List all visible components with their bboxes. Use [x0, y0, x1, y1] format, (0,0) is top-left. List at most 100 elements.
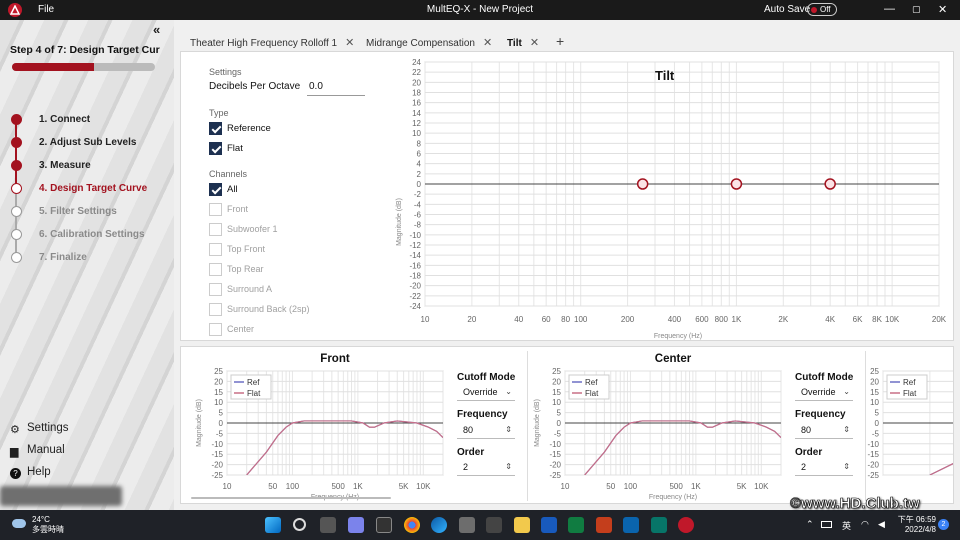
checkbox-checked-icon [209, 183, 222, 196]
front-order-stepper[interactable]: 2 ⇕ [457, 460, 515, 476]
clock-date: 2022/4/8 [904, 525, 936, 534]
stepper-arrows-icon[interactable]: ⇕ [505, 425, 512, 434]
folder-icon[interactable] [514, 517, 530, 533]
multeq-x-icon[interactable] [678, 517, 694, 533]
center-response-chart: 2520151050-5-10-15-20-2510 50 100 500 1K 5K 10… [534, 353, 782, 501]
center-cutoff-mode-select[interactable]: Override ⌄ [795, 385, 853, 401]
manual-label: Manual [27, 444, 65, 456]
center-frequency-stepper[interactable]: 80 ⇕ [795, 423, 853, 439]
channel-all-checkbox[interactable]: All [209, 183, 369, 197]
legend-label: Flat [903, 389, 917, 398]
curve-control-point[interactable] [730, 178, 743, 190]
chart-title: Front [320, 353, 350, 365]
tab-midrange-compensation[interactable]: Midrange Compensation ✕ [366, 36, 492, 49]
front-crossover-controls: Cutoff Mode Override ⌄ Frequency 80 ⇕ Orde… [457, 347, 527, 503]
y-tick-labels: 242220181614121086420-2-4-6-8-10-12-14-1… [409, 58, 421, 311]
x-tick-label: 600 [695, 315, 709, 324]
horizontal-scrollbar[interactable] [191, 497, 391, 499]
app-icon[interactable] [376, 517, 392, 533]
step-title: Step 4 of 7: Design Target Curve [10, 44, 160, 56]
teams-chat-icon[interactable] [348, 517, 364, 533]
close-icon[interactable]: ✕ [530, 37, 539, 49]
step-current-icon [11, 183, 22, 194]
channel-surround-back-checkbox: Surround Back (2sp) [209, 303, 369, 317]
settings-link[interactable]: ⚙ Settings [10, 422, 110, 438]
x-tick-label: 40 [514, 315, 523, 324]
x-tick-label: 8K [872, 315, 882, 324]
task-view-icon[interactable] [320, 517, 336, 533]
search-icon[interactable] [293, 518, 306, 531]
step-design-target-curve[interactable]: 4. Design Target Curve [10, 181, 170, 197]
minimize-button[interactable]: — [884, 3, 895, 15]
center-order-stepper[interactable]: 2 ⇕ [795, 460, 853, 476]
legend-label: Ref [585, 378, 598, 387]
curve-control-point[interactable] [636, 178, 649, 190]
step-done-icon [11, 160, 22, 171]
volume-icon[interactable]: ◀ [878, 519, 885, 530]
settings-label: Settings [27, 422, 69, 434]
start-button-icon[interactable] [265, 517, 281, 533]
app-icon[interactable] [459, 517, 475, 533]
y-tick-label: -16 [409, 261, 421, 270]
chrome-icon[interactable] [404, 517, 420, 533]
title-bar: File MultEQ-X - New Project Auto Save Of… [0, 0, 960, 20]
x-tick-label: 500 [331, 482, 345, 491]
tilt-chart[interactable]: 242220181614121086420-2-4-6-8-10-12-14-1… [391, 52, 951, 342]
x-tick-labels: 10 20 40 60 80 100 200 400 600 800 1K 2K 4K 6K 8K 10K 20… [421, 315, 947, 324]
x-tick-label: 10K [885, 315, 900, 324]
collapse-sidebar-button[interactable]: « [153, 22, 160, 37]
y-tick-label: -24 [409, 302, 421, 311]
type-reference-checkbox[interactable]: Reference [209, 122, 369, 136]
edge-icon[interactable] [431, 517, 447, 533]
help-link[interactable]: ? Help [10, 466, 110, 482]
powerpoint-icon[interactable] [596, 517, 612, 533]
curve-settings-panel: Settings Decibels Per Octave Type Refere… [181, 52, 381, 342]
front-cutoff-mode-select[interactable]: Override ⌄ [457, 385, 515, 401]
stepper-arrows-icon[interactable]: ⇕ [505, 462, 512, 471]
channel-front-checkbox: Front [209, 203, 369, 217]
close-button[interactable]: ✕ [938, 3, 947, 16]
y-tick-label: 25 [214, 367, 223, 376]
excel-icon[interactable] [568, 517, 584, 533]
stepper-arrows-icon[interactable]: ⇕ [843, 425, 850, 434]
front-frequency-stepper[interactable]: 80 ⇕ [457, 423, 515, 439]
battery-icon[interactable] [821, 521, 832, 528]
manual-link[interactable]: ▆ Manual [10, 444, 110, 460]
curve-control-point[interactable] [824, 178, 836, 190]
step-measure[interactable]: 3. Measure [10, 158, 170, 174]
dpo-input[interactable] [307, 78, 365, 96]
x-tick-label: 10K [754, 482, 769, 491]
project-icon[interactable] [651, 517, 667, 533]
tray-chevron-icon[interactable]: ⌃ [806, 519, 814, 530]
y-tick-label: 10 [412, 129, 421, 138]
step-progress-fill [12, 63, 94, 71]
app-icon[interactable] [486, 517, 502, 533]
step-finalize: 7. Finalize [10, 250, 170, 266]
y-tick-label: -6 [414, 211, 422, 220]
stepper-arrows-icon[interactable]: ⇕ [843, 462, 850, 471]
autosave-toggle[interactable]: Off [807, 3, 837, 16]
ime-indicator[interactable]: 英 [842, 519, 851, 532]
x-tick-label: 200 [621, 315, 635, 324]
x-tick-label: 500 [669, 482, 683, 491]
channel-top-rear-checkbox: Top Rear [209, 263, 369, 277]
maximize-button[interactable]: ▢ [912, 4, 921, 15]
checkbox-checked-icon [209, 122, 222, 135]
word-icon[interactable] [541, 517, 557, 533]
wifi-icon[interactable]: ◠ [861, 519, 869, 530]
close-icon[interactable]: ✕ [483, 37, 492, 49]
clock[interactable]: 下午 06:59 2022/4/8 [896, 515, 936, 535]
tab-tilt[interactable]: Tilt ✕ [507, 36, 539, 49]
checkbox-disabled-icon [209, 203, 222, 216]
weather-widget[interactable]: 24°C 多雲時晴 [32, 515, 64, 535]
notification-badge[interactable]: 2 [938, 519, 949, 530]
type-flat-checkbox[interactable]: Flat [209, 142, 369, 156]
tab-theater-hf-rolloff[interactable]: Theater High Frequency Rolloff 1 ✕ [190, 36, 354, 49]
outlook-icon[interactable] [623, 517, 639, 533]
step-adjust-sub-levels[interactable]: 2. Adjust Sub Levels [10, 135, 170, 151]
close-icon[interactable]: ✕ [345, 37, 354, 49]
step-connect[interactable]: 1. Connect [10, 112, 170, 128]
add-tab-button[interactable]: + [556, 33, 564, 49]
y-tick-label: 2 [417, 170, 422, 179]
y-tick-label: 10 [870, 398, 879, 407]
